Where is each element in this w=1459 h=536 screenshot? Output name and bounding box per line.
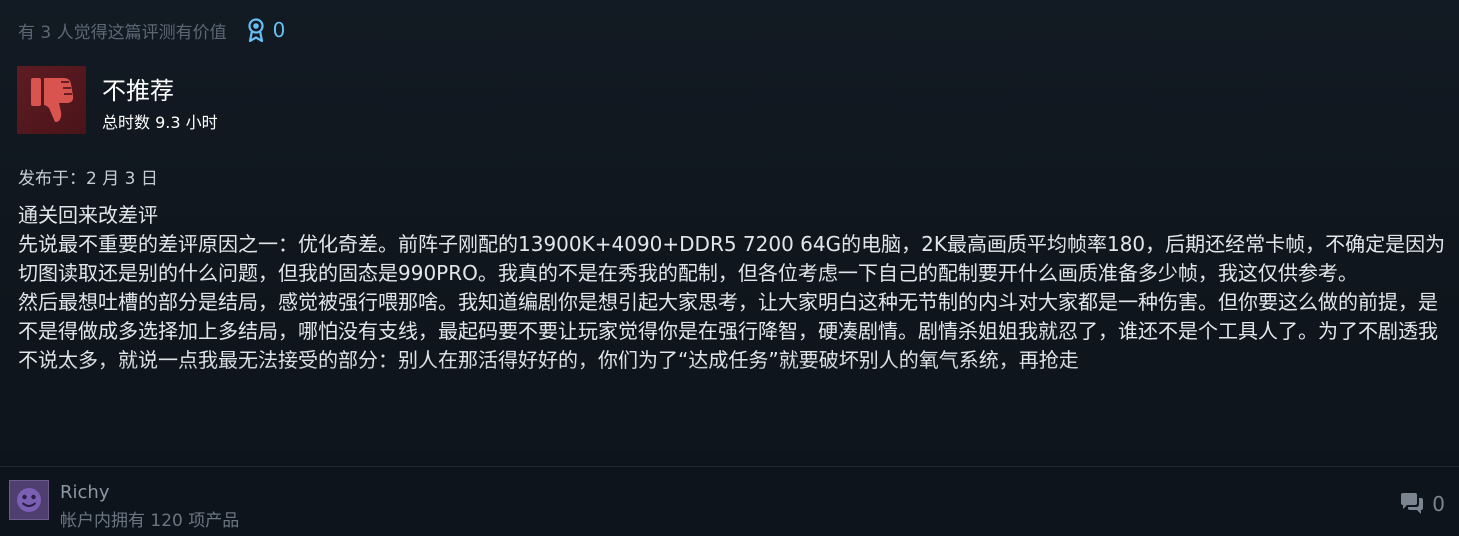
comment-count: 0 bbox=[1432, 492, 1445, 516]
author-name[interactable]: Richy bbox=[60, 482, 109, 504]
award-button[interactable]: 0 bbox=[247, 18, 286, 42]
footer-divider bbox=[0, 466, 1459, 467]
comments-button[interactable]: 0 bbox=[1399, 492, 1445, 516]
review-card: 有 3 人觉得这篇评测有价值 0 不推荐 总时数 9.3 小时 发布于：2 月 … bbox=[0, 0, 1459, 536]
review-body: 通关回来改差评 先说最不重要的差评原因之一：优化奇差。前阵子刚配的13900K+… bbox=[18, 201, 1446, 437]
smiley-avatar-icon bbox=[10, 481, 48, 519]
award-count: 0 bbox=[272, 18, 286, 42]
review-paragraph: 通关回来改差评 bbox=[18, 203, 158, 227]
verdict-title[interactable]: 不推荐 bbox=[102, 76, 174, 106]
posted-date: 发布于：2 月 3 日 bbox=[18, 169, 158, 189]
author-product-count: 帐户内拥有 120 项产品 bbox=[60, 511, 240, 531]
helpful-row: 有 3 人觉得这篇评测有价值 0 bbox=[18, 18, 286, 43]
playtime-hours: 总时数 9.3 小时 bbox=[102, 113, 218, 132]
thumbs-down-icon bbox=[31, 78, 74, 122]
helpful-count-text: 有 3 人觉得这篇评测有价值 bbox=[18, 22, 227, 43]
avatar[interactable] bbox=[9, 480, 49, 520]
comment-bubbles-icon bbox=[1401, 493, 1424, 514]
review-paragraph: 然后最想吐槽的部分是结局，感觉被强行喂那啥。我知道编剧你是想引起大家思考，让大家… bbox=[18, 290, 1438, 372]
award-ribbon-icon bbox=[248, 18, 264, 42]
verdict-thumb-box[interactable] bbox=[17, 66, 86, 134]
review-paragraph: 先说最不重要的差评原因之一：优化奇差。前阵子刚配的13900K+4090+DDR… bbox=[18, 232, 1446, 285]
